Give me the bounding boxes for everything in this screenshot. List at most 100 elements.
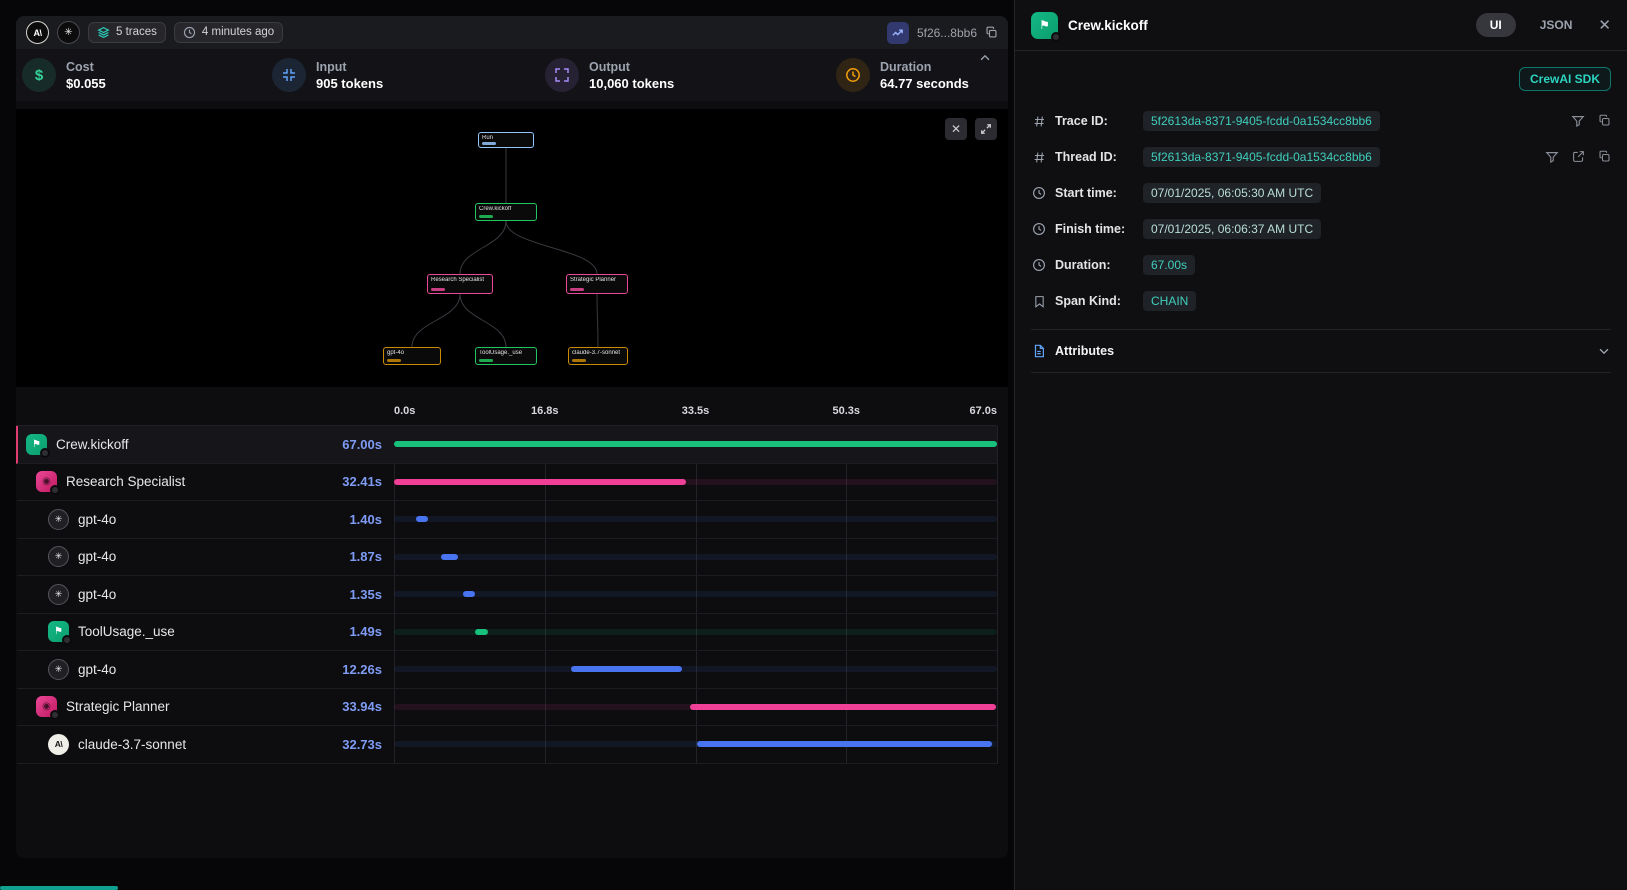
- activity-badge[interactable]: [887, 22, 909, 44]
- sdk-badge[interactable]: CrewAI SDK: [1519, 67, 1611, 91]
- tab-ui[interactable]: UI: [1476, 13, 1516, 37]
- duration-bar[interactable]: [475, 629, 488, 635]
- graph-edges: [16, 109, 1008, 387]
- detail-field-row: Start time: 07/01/2025, 06:05:30 AM UTC: [1031, 175, 1611, 211]
- open-icon[interactable]: [1572, 150, 1585, 164]
- trace-graph[interactable]: ✕ Run Crew.kickoff Research Specialist Stra…: [16, 109, 1008, 387]
- close-panel-icon[interactable]: ✕: [1598, 16, 1611, 34]
- graph-node[interactable]: Run: [478, 132, 534, 148]
- trace-short-id: 5f26...8bb6: [917, 26, 977, 40]
- row-duration: 32.73s: [342, 737, 382, 752]
- field-value[interactable]: 5f2613da-8371-9405-fcdd-0a1534cc8bb6: [1143, 111, 1380, 131]
- row-name: gpt-4o: [78, 549, 340, 564]
- field-label: Finish time:: [1055, 222, 1135, 236]
- graph-node[interactable]: gpt-4o: [383, 347, 441, 365]
- tab-json[interactable]: JSON: [1540, 18, 1573, 32]
- row-plot: [394, 501, 997, 538]
- timeline-row[interactable]: ✳gpt-4o1.40s: [16, 501, 997, 539]
- timeline-row[interactable]: ✳gpt-4o12.26s: [16, 651, 997, 689]
- copy-icon[interactable]: [1598, 150, 1611, 164]
- timeline-row[interactable]: ◉Strategic Planner33.94s: [16, 689, 997, 727]
- graph-node[interactable]: Crew.kickoff: [475, 203, 537, 221]
- clock-icon: [183, 26, 196, 39]
- graph-node-pill: [431, 288, 445, 291]
- metric-duration: Duration64.77 seconds: [836, 58, 969, 92]
- row-duration: 1.49s: [349, 624, 382, 639]
- filter-icon[interactable]: [1545, 150, 1559, 164]
- duration-bar[interactable]: [394, 441, 997, 447]
- field-value[interactable]: CHAIN: [1143, 291, 1196, 311]
- traces-count-badge[interactable]: 5 traces: [88, 22, 166, 43]
- filter-icon[interactable]: [1571, 114, 1585, 128]
- duration-bar[interactable]: [416, 516, 429, 522]
- row-duration: 32.41s: [342, 474, 382, 489]
- trace-header: A\ ✳ 5 traces 4 minutes ago 5f26...8bb6: [16, 16, 1008, 49]
- metric-value: 905 tokens: [316, 76, 383, 91]
- row-label: ⚑Crew.kickoff67.00s: [18, 434, 394, 455]
- row-duration: 1.87s: [349, 549, 382, 564]
- detail-field-row: Thread ID: 5f2613da-8371-9405-fcdd-0a1534…: [1031, 139, 1611, 175]
- duration-bar[interactable]: [394, 479, 686, 485]
- duration-bar[interactable]: [441, 554, 458, 560]
- graph-node-label: Crew.kickoff: [479, 206, 533, 213]
- row-label: ✳gpt-4o1.35s: [18, 584, 394, 605]
- chevron-up-icon[interactable]: [978, 51, 992, 70]
- bar-track: [394, 591, 997, 597]
- anthropic-icon: A\: [48, 734, 69, 755]
- horizontal-scrollbar[interactable]: [0, 886, 118, 890]
- field-value[interactable]: 5f2613da-8371-9405-fcdd-0a1534cc8bb6: [1143, 147, 1380, 167]
- timeline-row[interactable]: ✳gpt-4o1.35s: [16, 576, 997, 614]
- row-name: Research Specialist: [66, 474, 333, 489]
- metric-label: Cost: [66, 60, 106, 74]
- timeline-row[interactable]: ⚑ToolUsage._use1.49s: [16, 614, 997, 652]
- time-ago-badge[interactable]: 4 minutes ago: [174, 22, 283, 43]
- openai-icon: ✳: [48, 659, 69, 680]
- field-value[interactable]: 67.00s: [1143, 255, 1195, 275]
- field-label: Start time:: [1055, 186, 1135, 200]
- copy-icon[interactable]: [1598, 114, 1611, 128]
- dollar-icon: $: [35, 67, 43, 84]
- timeline-row[interactable]: ⚑Crew.kickoff67.00s: [16, 426, 997, 464]
- expand-graph-icon[interactable]: [975, 118, 997, 140]
- field-value[interactable]: 07/01/2025, 06:06:37 AM UTC: [1143, 219, 1321, 239]
- duration-bar[interactable]: [463, 591, 475, 597]
- graph-node[interactable]: claude-3.7-sonnet: [568, 347, 628, 365]
- metric-value: 64.77 seconds: [880, 76, 969, 91]
- trend-icon: [891, 26, 904, 39]
- close-graph-icon[interactable]: ✕: [945, 118, 967, 140]
- graph-node[interactable]: Research Specialist: [427, 274, 493, 294]
- duration-bar[interactable]: [690, 704, 995, 710]
- graph-node[interactable]: Strategic Planner: [566, 274, 628, 294]
- graph-controls: ✕: [945, 118, 997, 140]
- row-label: ✳gpt-4o12.26s: [18, 659, 394, 680]
- agent-icon: ◉: [36, 696, 57, 717]
- graph-node[interactable]: ToolUsage._use: [475, 347, 537, 365]
- attributes-section[interactable]: Attributes: [1031, 329, 1611, 373]
- metric-label: Input: [316, 60, 383, 74]
- row-name: gpt-4o: [78, 512, 340, 527]
- axis-tick: 50.3s: [832, 406, 860, 417]
- chevron-down-icon[interactable]: [1597, 344, 1611, 358]
- graph-node-label: Research Specialist: [431, 277, 489, 284]
- row-name: claude-3.7-sonnet: [78, 737, 333, 752]
- timeline-row[interactable]: ◉Research Specialist32.41s: [16, 464, 997, 502]
- row-plot: [394, 689, 997, 726]
- field-value[interactable]: 07/01/2025, 06:05:30 AM UTC: [1143, 183, 1321, 203]
- detail-panel: ⚑ Crew.kickoff UI JSON ✕ CrewAI SDK Trac…: [1014, 0, 1627, 890]
- graph-node-label: ToolUsage._use: [479, 350, 533, 357]
- copy-icon[interactable]: [985, 26, 998, 39]
- graph-node-pill: [570, 288, 584, 291]
- duration-bar[interactable]: [697, 741, 992, 747]
- row-name: ToolUsage._use: [78, 624, 340, 639]
- row-label: ✳gpt-4o1.40s: [18, 509, 394, 530]
- field-label: Duration:: [1055, 258, 1135, 272]
- timeline-row[interactable]: ✳gpt-4o1.87s: [16, 539, 997, 577]
- timeline-row[interactable]: A\ claude-3.7-sonnet 32.73s: [16, 726, 997, 764]
- row-duration: 33.94s: [342, 699, 382, 714]
- duration-bar[interactable]: [571, 666, 681, 672]
- card-filler: [16, 764, 1008, 858]
- bar-track: [394, 516, 997, 522]
- field-label: Thread ID:: [1055, 150, 1135, 164]
- sdk-row: CrewAI SDK: [1031, 67, 1611, 91]
- clock-icon: [845, 67, 861, 83]
